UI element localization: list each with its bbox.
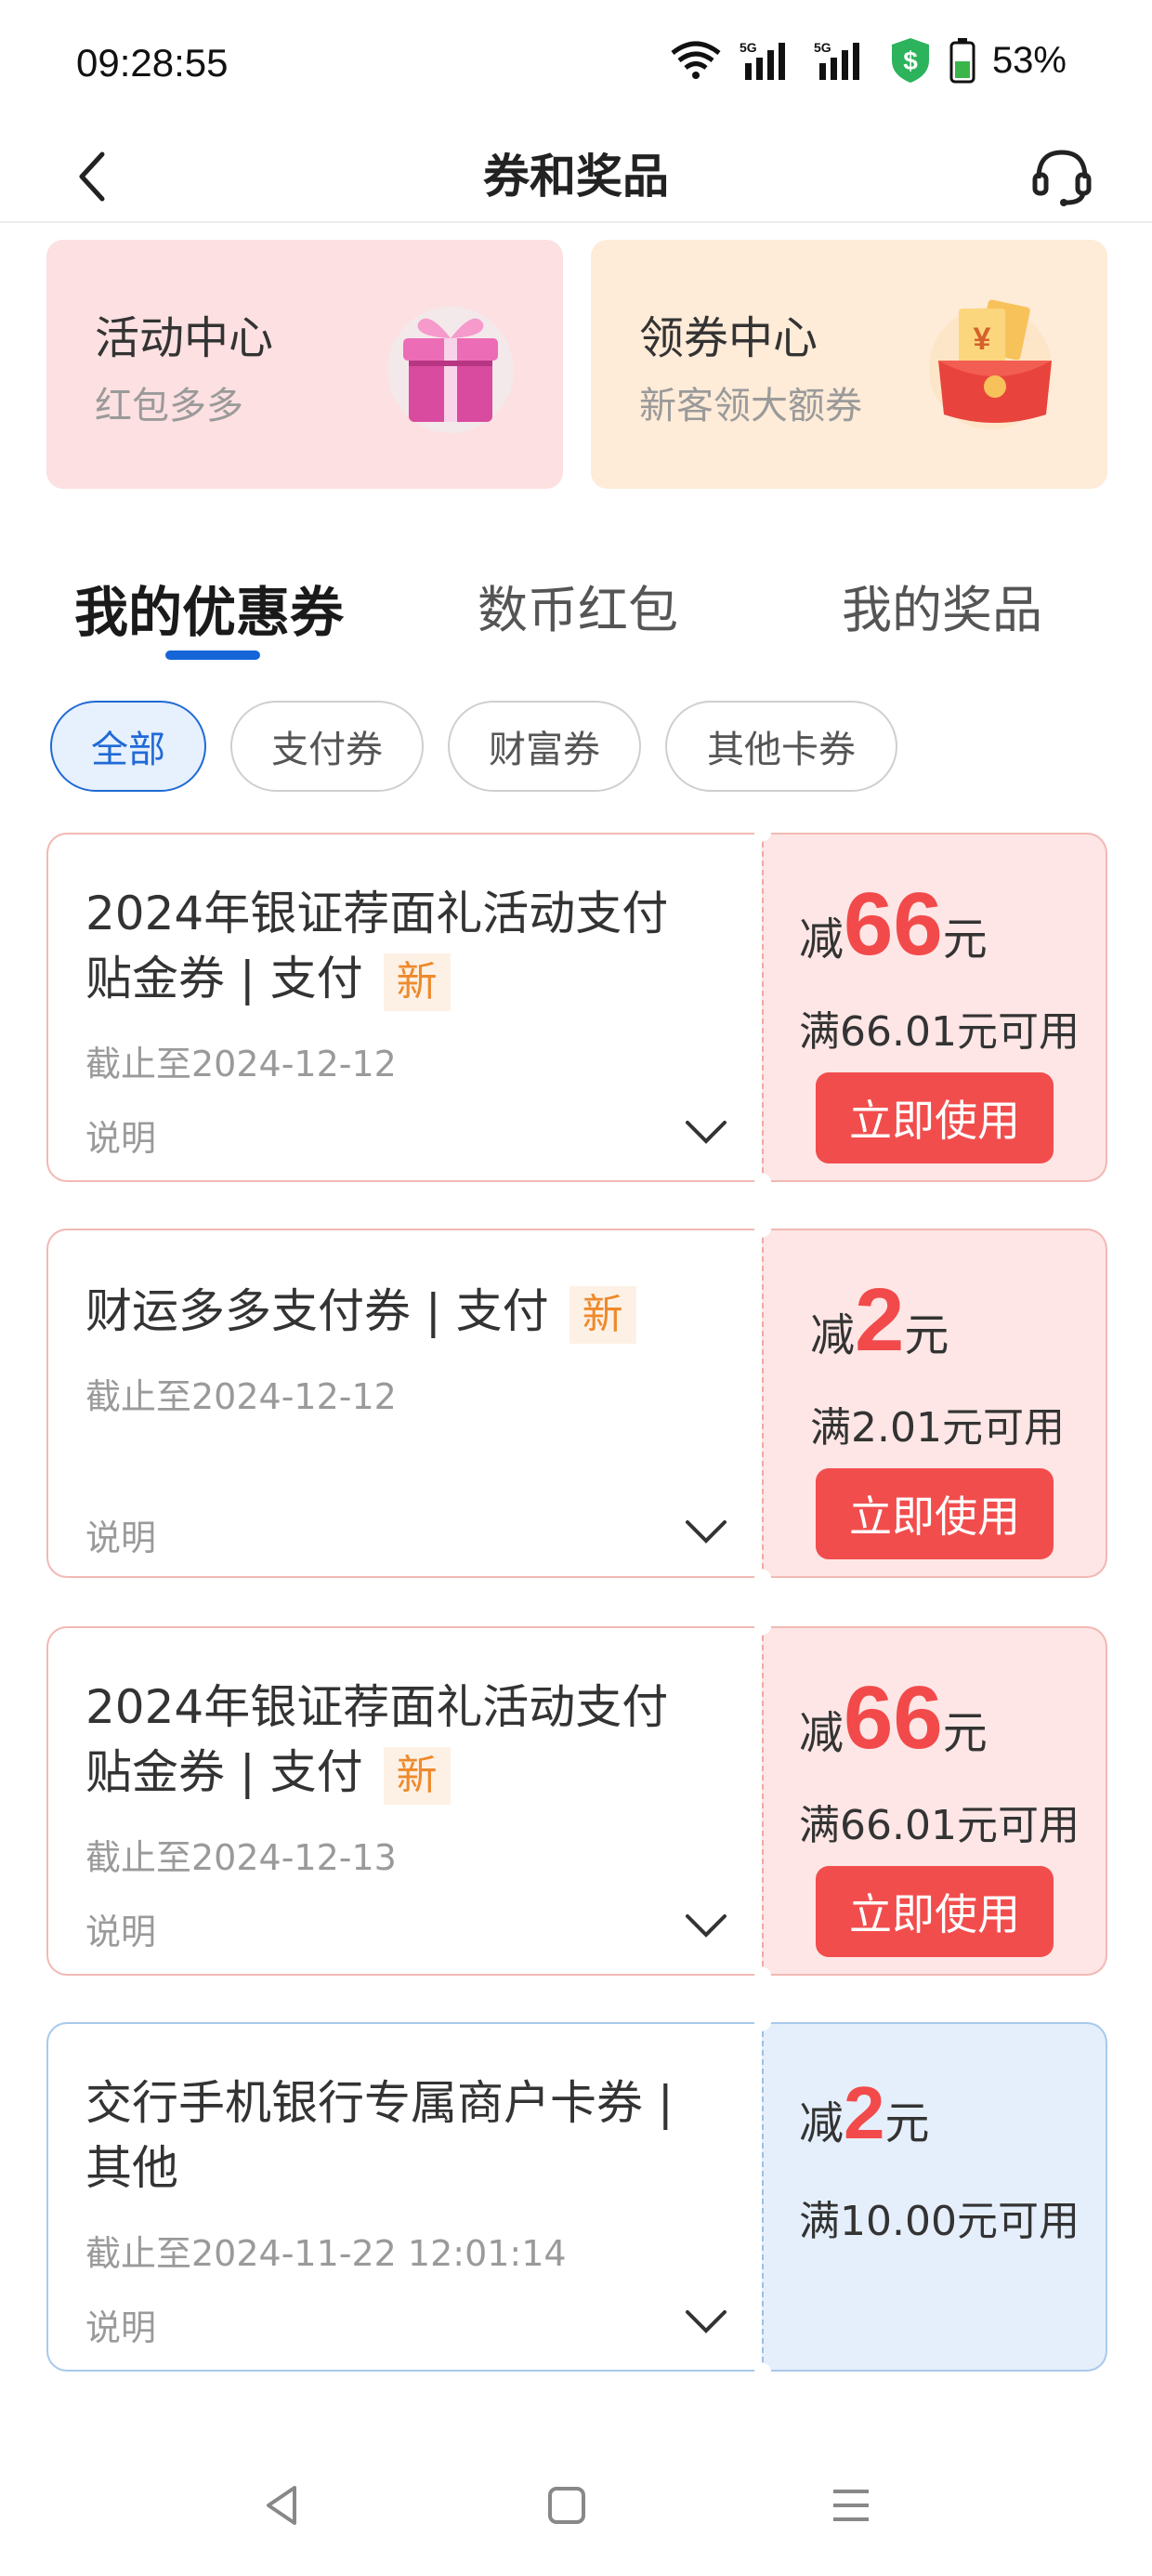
tab-my-coupons[interactable]: 我的优惠券 <box>74 569 344 647</box>
coupon-condition: 满66.01元可用 <box>799 1008 1080 1056</box>
red-envelope-icon: ¥ <box>925 296 1065 435</box>
coupon-value-panel: 减2元 满2.01元可用 立即使用 <box>762 1229 1107 1578</box>
filter-all[interactable]: 全部 <box>50 701 206 792</box>
back-triangle-icon[interactable] <box>245 2468 320 2543</box>
coupon-expiry: 截止至2024-11-22 12:01:14 <box>85 2233 567 2274</box>
signal-5g-icon: 5G <box>740 39 797 82</box>
filter-payment-coupons[interactable]: 支付券 <box>230 701 424 792</box>
use-now-button[interactable]: 立即使用 <box>816 1072 1054 1163</box>
coupon-expiry: 截止至2024-12-12 <box>85 1044 397 1084</box>
coupon-title: 交行手机银行专属商户卡券 | 其他 <box>85 2076 674 2195</box>
coupon-condition: 满10.00元可用 <box>799 2198 1080 2245</box>
use-now-button[interactable]: 立即使用 <box>816 1468 1054 1559</box>
coupon-amount: 减66元 <box>799 874 988 974</box>
coupon-card: 2024年银证荐面礼活动支付 贴金券 | 支付新 截止至2024-12-12 说… <box>46 824 1107 1190</box>
promo-title: 领券中心 <box>639 312 818 364</box>
filter-chips: 全部 支付券 财富券 其他卡券 <box>50 701 1119 794</box>
battery-icon <box>949 37 975 84</box>
coupon-info: 财运多多支付券 | 支付新 截止至2024-12-12 说明 <box>46 1229 762 1578</box>
svg-text:¥: ¥ <box>974 322 991 357</box>
top-nav-bar: 券和奖品 <box>0 130 1152 223</box>
coupon-value-panel: 减66元 满66.01元可用 立即使用 <box>762 1626 1107 1976</box>
coupon-value-panel: 减66元 满66.01元可用 立即使用 <box>762 833 1107 1182</box>
coupon-desc-label[interactable]: 说明 <box>85 2299 156 2350</box>
home-square-icon[interactable] <box>530 2468 604 2543</box>
coupon-desc-label[interactable]: 说明 <box>85 1903 156 1954</box>
customer-service-button[interactable] <box>1020 134 1104 217</box>
coupon-amount: 减2元 <box>799 2071 930 2154</box>
status-bar: 09:28:55 5G 5G $ 53% <box>0 0 1152 139</box>
page-title: 券和奖品 <box>483 150 669 204</box>
chevron-left-icon <box>79 151 105 202</box>
svg-text:5G: 5G <box>740 40 757 55</box>
status-time: 09:28:55 <box>76 41 229 85</box>
chevron-down-icon[interactable] <box>682 1113 730 1150</box>
back-button[interactable] <box>56 139 130 214</box>
new-badge: 新 <box>383 1746 451 1805</box>
coupon-amount: 减66元 <box>799 1668 988 1768</box>
coupon-expiry: 截止至2024-12-12 <box>85 1376 397 1417</box>
coupon-title: 2024年银证荐面礼活动支付 贴金券 | 支付新 <box>85 881 736 1011</box>
chevron-down-icon[interactable] <box>682 1513 730 1550</box>
coupon-info: 交行手机银行专属商户卡券 | 其他 截止至2024-11-22 12:01:14… <box>46 2022 762 2372</box>
coupon-info: 2024年银证荐面礼活动支付 贴金券 | 支付新 截止至2024-12-12 说… <box>46 833 762 1182</box>
promo-coupon-center[interactable]: 领券中心 新客领大额券 ¥ <box>591 240 1107 489</box>
new-badge: 新 <box>569 1285 636 1344</box>
promo-subtitle: 新客领大额券 <box>639 385 862 427</box>
coupon-title: 财运多多支付券 | 支付新 <box>85 1279 736 1344</box>
coupon-value-panel: 减2元 满10.00元可用 <box>762 2022 1107 2372</box>
gift-box-icon <box>381 296 520 435</box>
coupon-amount: 减2元 <box>810 1270 949 1370</box>
new-badge: 新 <box>383 953 451 1011</box>
coupon-expiry: 截止至2024-12-13 <box>85 1837 397 1878</box>
card-notch <box>754 1967 771 1984</box>
svg-text:5G: 5G <box>814 40 831 55</box>
coupon-card: 交行手机银行专属商户卡券 | 其他 截止至2024-11-22 12:01:14… <box>46 2014 1107 2380</box>
coupon-desc-label[interactable]: 说明 <box>85 1110 156 1161</box>
promo-activity-center[interactable]: 活动中心 红包多多 <box>46 240 563 489</box>
svg-text:$: $ <box>903 46 918 75</box>
card-notch <box>754 1618 771 1635</box>
use-now-button[interactable]: 立即使用 <box>816 1866 1054 1957</box>
filter-wealth-coupons[interactable]: 财富券 <box>448 701 641 792</box>
card-notch <box>754 2014 771 2031</box>
wifi-icon <box>669 40 723 81</box>
card-notch <box>754 1174 771 1190</box>
security-shield-icon: $ <box>888 36 933 85</box>
system-navigation-bar <box>0 2453 1152 2556</box>
coupon-title: 2024年银证荐面礼活动支付 贴金券 | 支付新 <box>85 1675 736 1805</box>
headset-icon <box>1032 150 1092 206</box>
promo-subtitle: 红包多多 <box>95 385 243 427</box>
coupon-desc-label[interactable]: 说明 <box>85 1509 156 1560</box>
card-notch <box>754 1570 771 1586</box>
coupon-condition: 满2.01元可用 <box>810 1404 1065 1452</box>
tab-my-prizes[interactable]: 我的奖品 <box>842 569 1042 642</box>
status-icons: 5G 5G $ 53% <box>669 37 1067 84</box>
tab-digital-red-packets[interactable]: 数币红包 <box>478 569 678 642</box>
promo-title: 活动中心 <box>95 312 274 364</box>
chevron-down-icon[interactable] <box>682 2303 730 2340</box>
chevron-down-icon[interactable] <box>682 1907 730 1944</box>
filter-other-cards[interactable]: 其他卡券 <box>665 701 897 792</box>
coupon-info: 2024年银证荐面礼活动支付 贴金券 | 支付新 截止至2024-12-13 说… <box>46 1626 762 1976</box>
signal-5g-icon: 5G <box>814 39 871 82</box>
coupon-condition: 满66.01元可用 <box>799 1802 1080 1849</box>
card-notch <box>754 2363 771 2380</box>
card-notch <box>754 824 771 841</box>
coupon-card: 2024年银证荐面礼活动支付 贴金券 | 支付新 截止至2024-12-13 说… <box>46 1618 1107 1984</box>
battery-percent: 53% <box>991 39 1067 81</box>
active-tab-indicator <box>165 651 260 660</box>
menu-lines-icon[interactable] <box>814 2468 888 2543</box>
card-notch <box>754 1220 771 1237</box>
coupon-tabs: 我的优惠券 数币红包 我的奖品 <box>0 548 1152 669</box>
coupon-card: 财运多多支付券 | 支付新 截止至2024-12-12 说明 减2元 满2.01… <box>46 1220 1107 1586</box>
